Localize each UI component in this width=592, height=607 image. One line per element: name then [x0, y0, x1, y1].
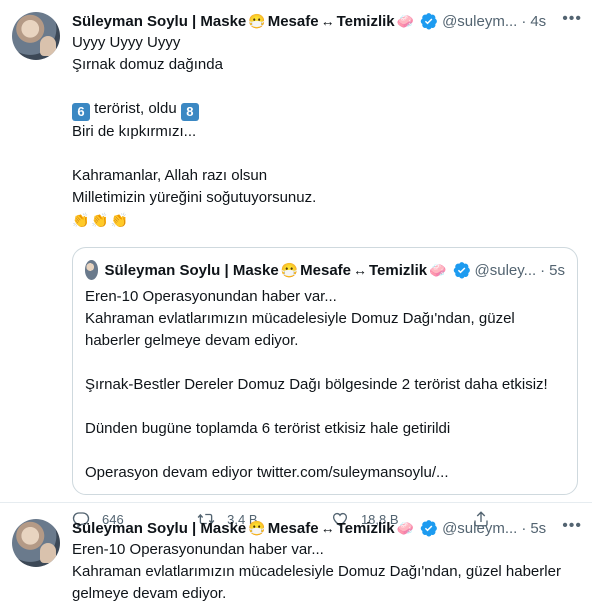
author-name-end[interactable]: Temizlik [337, 13, 395, 30]
clapping-hands-emoji: 👏👏👏 [72, 212, 131, 228]
separator-dot: · [521, 12, 527, 30]
author-handle[interactable]: @suleym... [442, 520, 517, 537]
quote-time: 5s [549, 261, 565, 279]
tweet-header: Süleyman Soylu | Maske 😷 Mesafe ↔ Temizl… [72, 517, 576, 539]
quote-author-handle: @suley... [474, 261, 537, 279]
quote-header: Süleyman Soylu | Maske 😷 Mesafe ↔ Temizl… [85, 260, 565, 280]
text-line: Milletimizin yüreğini soğutuyorsunuz. [72, 189, 317, 206]
author-name[interactable]: Süleyman Soylu | Maske [72, 13, 246, 30]
soap-emoji: 🧼 [396, 519, 415, 536]
tweet[interactable]: Süleyman Soylu | Maske 😷 Mesafe ↔ Temizl… [0, 503, 592, 607]
text-line: Biri de kıpkırmızı... [72, 123, 197, 140]
verified-badge-icon [420, 519, 438, 537]
arrow-emoji: ↔ [320, 13, 335, 29]
author-avatar[interactable] [12, 12, 60, 60]
quote-paragraph: Dünden bugüne toplamda 6 terörist etkisi… [85, 420, 451, 437]
separator-dot: · [521, 519, 527, 537]
keycap-six: 6 [72, 103, 90, 121]
soap-emoji: 🧼 [429, 261, 447, 278]
quote-paragraph: Şırnak-Bestler Dereler Domuz Dağı bölges… [85, 376, 548, 393]
more-options-icon[interactable]: ••• [562, 10, 582, 28]
keycap-eight: 8 [180, 103, 199, 121]
arrow-emoji: ↔ [353, 262, 367, 278]
quoted-tweet[interactable]: Süleyman Soylu | Maske 😷 Mesafe ↔ Temizl… [72, 247, 578, 495]
text-line: Kahramanlar, Allah razı olsun [72, 167, 268, 184]
soap-emoji: 🧼 [396, 12, 415, 29]
mask-emoji: 😷 [280, 261, 299, 278]
tweet-paragraph: Eren-10 Operasyonundan haber var... Kahr… [72, 541, 561, 602]
tweet-header: Süleyman Soylu | Maske 😷 Mesafe ↔ Temizl… [72, 10, 576, 32]
author-avatar[interactable] [12, 519, 60, 567]
text-line: Uyyy Uyyy Uyyy [72, 34, 181, 51]
verified-badge-icon [453, 261, 471, 279]
text-fragment: terörist, oldu [90, 100, 181, 117]
arrow-emoji: ↔ [320, 520, 335, 536]
author-name-mid[interactable]: Mesafe [268, 520, 319, 537]
author-name-mid[interactable]: Mesafe [268, 13, 319, 30]
quote-text: Eren-10 Operasyonundan haber var... Kahr… [85, 286, 565, 484]
quote-author-name-end: Temizlik [369, 261, 428, 279]
quote-paragraph: Eren-10 Operasyonundan haber var... Kahr… [85, 288, 515, 349]
text-line: Şırnak domuz dağında [72, 56, 223, 73]
verified-badge-icon [420, 12, 438, 30]
separator-dot: · [540, 261, 546, 279]
quote-avatar [85, 260, 99, 280]
quote-author-name-mid: Mesafe [300, 261, 351, 279]
mask-emoji: 😷 [248, 519, 266, 536]
quote-paragraph: Operasyon devam ediyor twitter.com/suley… [85, 464, 449, 481]
quote-author-name: Süleyman Soylu | Maske [104, 261, 279, 279]
tweet-text: Uyyy Uyyy Uyyy Şırnak domuz dağında 6 te… [72, 32, 576, 231]
author-name[interactable]: Süleyman Soylu | Maske [72, 520, 246, 537]
tweet-time[interactable]: 4s [530, 13, 546, 30]
tweet-time[interactable]: 5s [530, 520, 546, 537]
text-line: 6 terörist, oldu 8 [72, 98, 576, 121]
more-options-icon[interactable]: ••• [562, 517, 582, 535]
author-name-end[interactable]: Temizlik [337, 520, 395, 537]
author-handle[interactable]: @suleym... [442, 13, 517, 30]
mask-emoji: 😷 [248, 12, 266, 29]
tweet-text: Eren-10 Operasyonundan haber var... Kahr… [72, 539, 576, 605]
tweet[interactable]: Süleyman Soylu | Maske 😷 Mesafe ↔ Temizl… [0, 0, 592, 528]
